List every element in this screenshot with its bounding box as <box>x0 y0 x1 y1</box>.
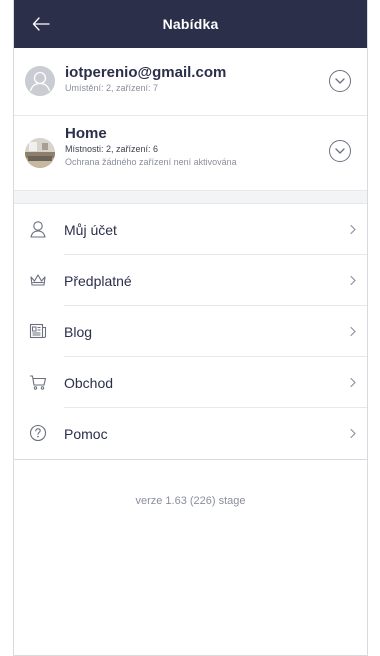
crown-icon <box>30 274 46 286</box>
blog-icon <box>29 323 47 339</box>
account-row[interactable]: iotperenio@gmail.com Umístění: 2, zaříze… <box>14 48 367 116</box>
home-photo-icon <box>25 138 55 168</box>
chevron-right-icon <box>350 377 356 388</box>
location-avatar <box>25 138 55 168</box>
user-icon <box>30 221 46 238</box>
page-title: Nabídka <box>162 16 219 32</box>
avatar <box>25 66 55 96</box>
menu-screen: Nabídka iotperenio@gmail.com Umístění: 2… <box>13 0 368 656</box>
account-details: Umístění: 2, zařízení: 7 <box>65 83 159 93</box>
cart-icon <box>30 375 47 390</box>
version-label: verze 1.63 (226) stage <box>135 495 246 507</box>
menu-item-shop[interactable]: Obchod <box>14 357 367 408</box>
arrow-left-icon <box>32 17 50 31</box>
menu-item-label: Předplatné <box>64 272 132 289</box>
location-details: Místnosti: 2, zařízení: 6 <box>65 144 159 154</box>
menu-item-blog[interactable]: Blog <box>14 306 367 357</box>
chevron-right-icon <box>350 224 356 235</box>
menu-item-subscription[interactable]: Předplatné <box>14 255 367 306</box>
menu-item-label: Obchod <box>64 374 114 391</box>
help-icon <box>29 424 47 442</box>
back-button[interactable] <box>28 12 54 36</box>
location-name: Home <box>65 125 107 142</box>
chevron-right-icon <box>350 428 356 439</box>
chevron-down-icon <box>335 148 345 154</box>
account-expand-button[interactable] <box>329 70 351 92</box>
menu-item-label: Můj účet <box>64 221 117 238</box>
protection-status: Ochrana žádného zařízení není aktivována <box>65 157 237 167</box>
chevron-right-icon <box>350 326 356 337</box>
app-header: Nabídka <box>14 0 367 48</box>
menu-item-label: Blog <box>64 323 93 340</box>
menu-item-label: Pomoc <box>64 425 108 442</box>
section-divider <box>14 190 367 204</box>
menu-item-help[interactable]: Pomoc <box>14 408 367 459</box>
chevron-right-icon <box>350 275 356 286</box>
chevron-down-icon <box>335 78 345 84</box>
menu-item-my-account[interactable]: Můj účet <box>14 204 367 255</box>
user-avatar-icon <box>25 66 55 96</box>
menu-bottom-divider <box>14 459 367 460</box>
location-row[interactable]: Home Místnosti: 2, zařízení: 6 Ochrana ž… <box>14 116 367 190</box>
account-email: iotperenio@gmail.com <box>65 64 227 81</box>
location-expand-button[interactable] <box>329 140 351 162</box>
